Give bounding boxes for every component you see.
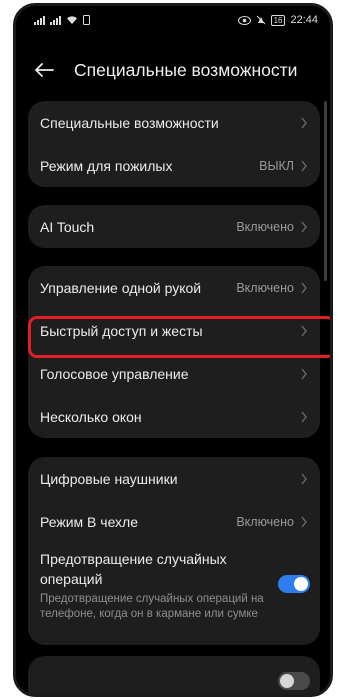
settings-item-elderly-mode[interactable]: Режим для пожилых ВЫКЛ	[28, 144, 320, 187]
settings-item-label: Быстрый доступ и жесты	[40, 322, 203, 339]
settings-item-value: ВЫКЛ	[259, 158, 294, 173]
chevron-right-icon	[301, 368, 307, 379]
chevron-right-icon	[301, 160, 307, 171]
eye-icon	[237, 15, 251, 25]
next-item-toggle[interactable]	[278, 672, 310, 690]
mute-icon	[256, 15, 265, 25]
settings-item-prevent-accidental[interactable]: Предотвращение случайных операций Предот…	[28, 543, 320, 632]
settings-item-label: Режим для пожилых	[40, 157, 173, 174]
battery-icon: 16	[270, 14, 286, 26]
scrollbar[interactable]	[324, 101, 327, 281]
settings-item-ai-touch[interactable]: AI Touch Включено	[28, 205, 320, 248]
settings-item-voice-control[interactable]: Голосовое управление	[28, 352, 320, 395]
settings-item-label: Несколько окон	[40, 408, 142, 425]
settings-item-value: Включено	[236, 280, 294, 295]
settings-item-label: Режим В чехле	[40, 513, 139, 530]
prevent-accidental-toggle[interactable]	[278, 575, 310, 593]
status-bar: 16 22:44	[16, 6, 330, 34]
chevron-right-icon	[301, 325, 307, 336]
settings-item-value: Включено	[236, 219, 294, 234]
header: Специальные возможности	[16, 50, 330, 90]
settings-item-label: Специальные возможности	[40, 114, 219, 131]
settings-item-digital-headphones[interactable]: Цифровые наушники	[28, 457, 320, 500]
settings-item-label: Управление одной рукой	[40, 279, 202, 296]
signal-2-icon	[50, 15, 61, 25]
settings-item-shortcuts-gestures[interactable]: Быстрый доступ и жесты	[28, 309, 320, 352]
settings-item-label: Голосовое управление	[40, 365, 189, 382]
signal-icon	[34, 15, 45, 25]
card-accessibility: Специальные возможности Режим для пожилы…	[28, 101, 320, 187]
settings-item-value: Включено	[236, 514, 294, 529]
settings-item-multi-window[interactable]: Несколько окон	[28, 395, 320, 438]
settings-item-one-hand[interactable]: Управление одной рукой Включено	[28, 266, 320, 309]
phone-screen: 16 22:44 Специальные возможности Специал…	[13, 3, 333, 697]
chevron-right-icon	[301, 282, 307, 293]
toggle-knob	[294, 577, 308, 591]
chevron-right-icon	[301, 516, 307, 527]
chevron-right-icon	[301, 221, 307, 232]
settings-item-cover-mode[interactable]: Режим В чехле Включено	[28, 500, 320, 543]
card-next	[28, 656, 320, 694]
settings-item-description: Предотвращение случайных операций на тел…	[40, 593, 264, 620]
card-misc: Цифровые наушники Режим В чехле Включено…	[28, 457, 320, 645]
card-controls: Управление одной рукой Включено Быстрый …	[28, 266, 320, 438]
toggle-knob	[280, 674, 294, 688]
sim-icon	[83, 15, 90, 25]
chevron-right-icon	[301, 473, 307, 484]
page-title: Специальные возможности	[74, 59, 298, 80]
settings-item-accessibility[interactable]: Специальные возможности	[28, 101, 320, 144]
back-arrow-icon[interactable]	[34, 58, 58, 82]
clock: 22:44	[290, 14, 318, 26]
chevron-right-icon	[301, 117, 307, 128]
card-ai-touch: AI Touch Включено	[28, 205, 320, 248]
settings-item-label: AI Touch	[40, 218, 95, 235]
wifi-icon	[67, 16, 77, 24]
chevron-right-icon	[301, 411, 307, 422]
settings-item-label: Цифровые наушники	[40, 470, 178, 487]
settings-item-label: Предотвращение случайных операций	[40, 551, 227, 587]
